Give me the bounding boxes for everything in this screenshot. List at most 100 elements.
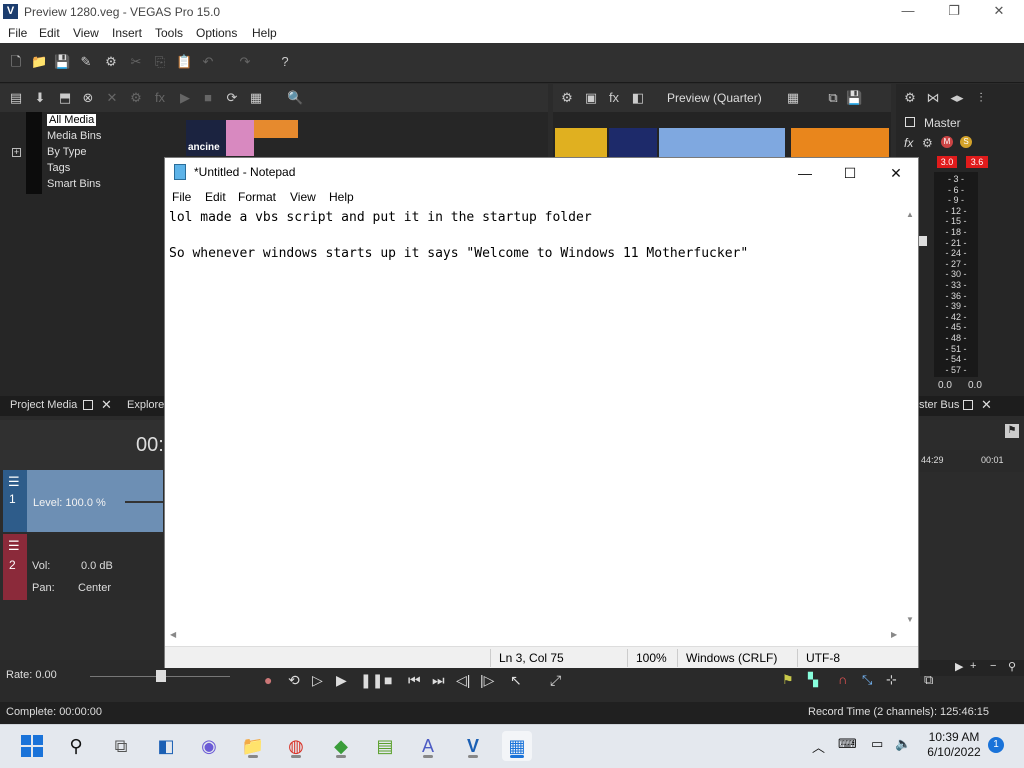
mixer-icon[interactable]: ⋈: [925, 90, 941, 106]
network-icon[interactable]: ▭: [871, 736, 883, 752]
next-frame-icon[interactable]: |▷: [480, 672, 494, 689]
menu-help[interactable]: Help: [252, 26, 277, 40]
tab-project-media[interactable]: Project Media: [10, 399, 77, 411]
save-snapshot-icon[interactable]: 💾: [846, 90, 862, 106]
notepad-title-bar[interactable]: *Untitled - Notepad — ☐ ✕: [165, 158, 918, 188]
preview-settings-icon[interactable]: ⚙: [559, 90, 575, 106]
volume-icon[interactable]: 🔈: [895, 736, 911, 752]
go-to-end-icon[interactable]: ⏭: [432, 672, 445, 689]
redo-icon[interactable]: ↷: [237, 54, 253, 70]
cut-icon[interactable]: ✂: [128, 54, 144, 70]
track-1-header[interactable]: ☰ 1 Level: 100.0 %: [3, 470, 163, 532]
save-icon[interactable]: 💾: [54, 54, 70, 70]
teams-chat-icon[interactable]: ◉: [194, 731, 224, 761]
play-preview-icon[interactable]: ▶: [177, 90, 193, 106]
notepad-maximize-button[interactable]: ☐: [828, 162, 872, 184]
notepad-text-area[interactable]: lol made a vbs script and put it in the …: [169, 209, 904, 629]
notepad-taskbar-icon[interactable]: ▦: [502, 731, 532, 761]
np-menu-help[interactable]: Help: [329, 190, 354, 204]
delete-icon[interactable]: ✕: [104, 90, 120, 106]
save-as-icon[interactable]: ✎: [78, 54, 94, 70]
master-fx-icon[interactable]: fx: [904, 136, 913, 150]
tree-tags[interactable]: Tags: [47, 162, 70, 174]
master-tab-close-icon[interactable]: ✕: [981, 397, 992, 413]
timeline-ruler[interactable]: 44:29 00:01: [919, 450, 1024, 472]
get-media-icon[interactable]: ⬒: [57, 90, 73, 106]
downmix-icon[interactable]: ◂▸: [949, 90, 965, 106]
clock[interactable]: 10:39 AM 6/10/2022: [922, 730, 986, 760]
track-1-level-slider[interactable]: [125, 501, 163, 503]
zoom-in-icon[interactable]: +: [970, 660, 976, 672]
menu-view[interactable]: View: [73, 26, 99, 40]
prev-frame-icon[interactable]: ◁|: [456, 672, 470, 689]
scroll-down-icon[interactable]: ▼: [906, 615, 914, 624]
tab-master-bus[interactable]: ster Bus: [919, 399, 959, 411]
np-menu-view[interactable]: View: [290, 190, 316, 204]
show-hidden-icons-icon[interactable]: ︿: [812, 737, 825, 756]
tree-media-bins[interactable]: Media Bins: [47, 130, 101, 142]
marker-icon[interactable]: ⚑: [782, 672, 794, 688]
search-media-icon[interactable]: 🔍: [287, 90, 303, 106]
master-gear-icon[interactable]: ⚙: [922, 136, 933, 150]
keyboard-icon[interactable]: ⌨: [838, 736, 857, 752]
notepad-horizontal-scrollbar[interactable]: ◀ ▶: [165, 628, 905, 644]
scroll-right-icon[interactable]: ▶: [891, 630, 897, 639]
tab-explorer[interactable]: Explore: [127, 399, 164, 411]
auto-preview-icon[interactable]: ⟳: [224, 90, 240, 106]
notepadpp-icon[interactable]: ▤: [370, 731, 400, 761]
file-explorer-icon[interactable]: 📁: [238, 731, 268, 761]
timeline-marker-icon[interactable]: ⚑: [1005, 424, 1019, 438]
tab-close-icon[interactable]: ✕: [101, 397, 112, 413]
pause-icon[interactable]: ❚❚: [360, 672, 383, 689]
normal-edit-tool-icon[interactable]: ↖: [510, 672, 522, 689]
overlays-icon[interactable]: ▦: [785, 90, 801, 106]
tab-restore-icon[interactable]: [83, 400, 93, 410]
zoom-out-icon[interactable]: −: [990, 660, 996, 672]
track-2-menu-icon[interactable]: ☰: [8, 538, 20, 554]
scroll-up-icon[interactable]: ▲: [906, 210, 914, 219]
mute-icon[interactable]: M: [941, 136, 953, 148]
paste-icon[interactable]: 📋: [176, 54, 192, 70]
minimize-button[interactable]: —: [899, 3, 917, 19]
zoom-search-icon[interactable]: ⚲: [1008, 660, 1016, 673]
master-tab-restore-icon[interactable]: [963, 400, 973, 410]
notepad-minimize-button[interactable]: —: [783, 162, 827, 184]
menu-options[interactable]: Options: [196, 26, 237, 40]
solo-icon[interactable]: S: [960, 136, 972, 148]
play-from-start-icon[interactable]: ▷: [312, 672, 323, 689]
views-icon[interactable]: ▦: [248, 90, 264, 106]
scroll-right-icon[interactable]: ▶: [955, 660, 963, 673]
fx-icon[interactable]: fx: [152, 90, 168, 106]
settings-gear-icon[interactable]: ⚙: [103, 54, 119, 70]
stop-icon[interactable]: ■: [384, 672, 392, 688]
expand-icon[interactable]: +: [12, 148, 21, 157]
media-thumbnails[interactable]: ancine: [186, 120, 298, 156]
preview-fx-icon[interactable]: fx: [606, 90, 622, 106]
task-view-icon[interactable]: ⧉: [106, 731, 136, 761]
split-screen-icon[interactable]: ◧: [630, 90, 646, 106]
menu-tools[interactable]: Tools: [155, 26, 183, 40]
menu-edit[interactable]: Edit: [39, 26, 60, 40]
rate-slider-thumb[interactable]: [156, 670, 166, 682]
start-icon[interactable]: [17, 731, 47, 761]
notepad-close-button[interactable]: ✕: [874, 162, 918, 184]
capture-icon[interactable]: ⬇: [32, 90, 48, 106]
whats-this-icon[interactable]: ?: [277, 54, 293, 70]
properties-icon[interactable]: ⚙: [128, 90, 144, 106]
notification-badge[interactable]: 1: [988, 737, 1004, 753]
preview-device-icon[interactable]: ▣: [583, 90, 599, 106]
track-2-header[interactable]: ☰ 2 Vol: 0.0 dB Pan: Center: [3, 534, 163, 600]
go-to-start-icon[interactable]: ⏮: [408, 672, 421, 689]
track-1-menu-icon[interactable]: ☰: [8, 474, 20, 490]
np-menu-format[interactable]: Format: [238, 190, 276, 204]
chrome-icon[interactable]: ◍: [281, 731, 311, 761]
np-menu-edit[interactable]: Edit: [205, 190, 226, 204]
restore-button[interactable]: ❐: [945, 3, 963, 19]
undo-icon[interactable]: ↶: [200, 54, 216, 70]
search-icon[interactable]: ⚲: [61, 731, 91, 761]
master-settings-icon[interactable]: ⚙: [902, 90, 918, 106]
preview-quality-select[interactable]: Preview (Quarter): [667, 91, 762, 105]
close-button[interactable]: ✕: [990, 3, 1008, 19]
envelope-tool-icon[interactable]: ⤢: [550, 672, 561, 689]
faders-icon[interactable]: ⫶: [973, 90, 989, 106]
